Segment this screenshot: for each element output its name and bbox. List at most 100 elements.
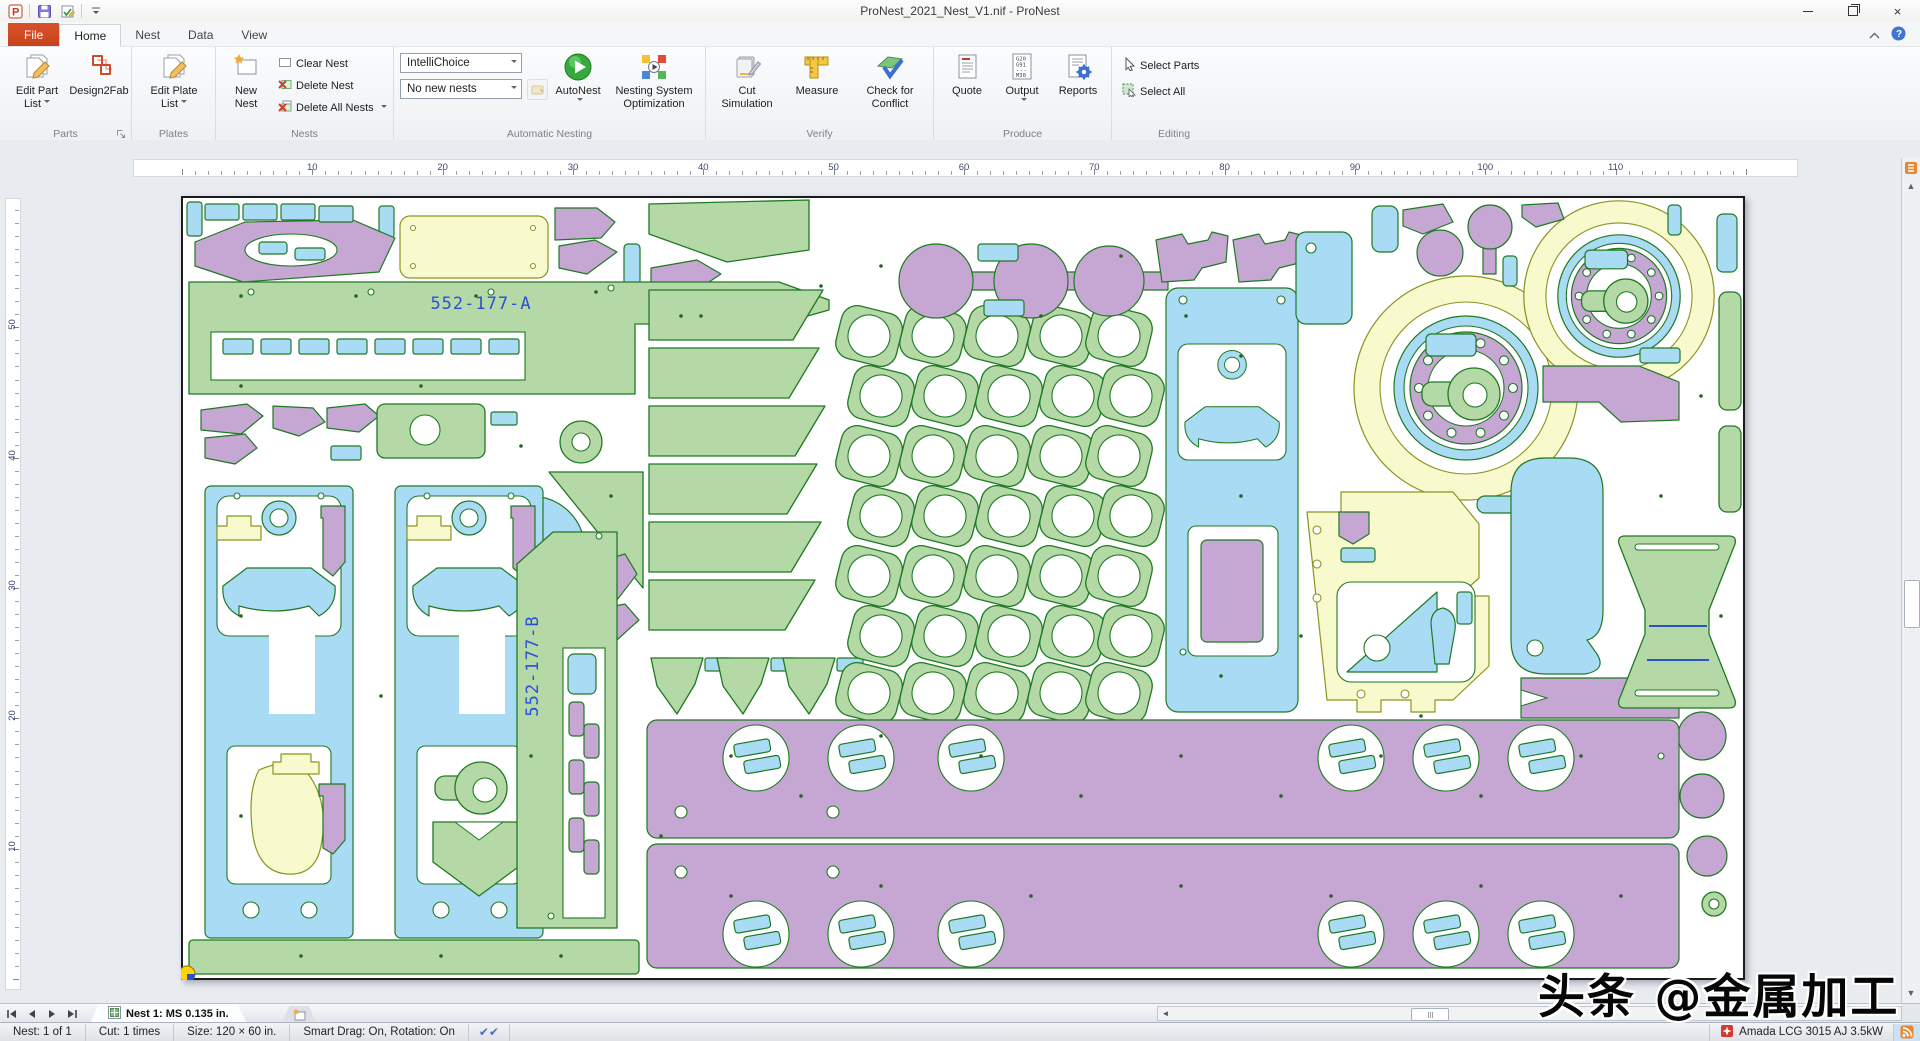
nest-sheet-icon xyxy=(108,1006,121,1022)
minimize-button[interactable] xyxy=(1785,0,1830,22)
delete-all-nests-icon xyxy=(278,99,292,116)
quote-icon xyxy=(952,49,982,85)
nesting-system-optimization-button[interactable]: Nesting System Optimization xyxy=(606,49,702,110)
collapse-ribbon-icon[interactable] xyxy=(1868,27,1881,45)
select-all-button[interactable]: Select All xyxy=(1122,83,1185,100)
clear-nest-icon xyxy=(278,55,292,72)
watermark-text: 头条 @金属加工 xyxy=(1538,958,1899,1027)
close-button[interactable]: × xyxy=(1875,0,1920,22)
status-nest-count: Nest: 1 of 1 xyxy=(0,1024,86,1041)
ribbon-group-verify: Cut Simulation Measure Check for Conflic… xyxy=(706,47,934,141)
ribbon-group-nests: New Nest Clear Nest Delete Nest Delete A… xyxy=(216,47,394,141)
ribbon-group-plates: Edit Plate List Plates xyxy=(132,47,216,141)
clear-nest-button[interactable]: Clear Nest xyxy=(278,55,348,72)
last-nest-icon[interactable] xyxy=(64,1006,80,1021)
nest-workspace: 102030405060708090100110 5040302010 xyxy=(0,140,1920,1003)
edit-plate-list-icon xyxy=(159,49,189,85)
status-cut-times: Cut: 1 times xyxy=(86,1024,174,1041)
scroll-up-icon[interactable]: ▲ xyxy=(1903,178,1919,194)
output-gcode-icon: G20 G91 ... M30 xyxy=(1007,49,1037,85)
vertical-scroll-thumb[interactable] xyxy=(1904,580,1920,628)
tab-data[interactable]: Data xyxy=(174,23,227,46)
tab-nest[interactable]: Nest xyxy=(121,23,174,46)
ribbon: Edit Part List Design2Fab Parts Edit Pla… xyxy=(0,47,1920,142)
new-nest-icon xyxy=(231,49,261,85)
delete-nest-button[interactable]: Delete Nest xyxy=(278,77,353,94)
nest-canvas[interactable]: 552-177-A 552-177-B xyxy=(181,196,1745,980)
status-plate-size: Size: 120 × 60 in. xyxy=(174,1024,290,1041)
first-nest-icon[interactable] xyxy=(4,1006,20,1021)
reports-button[interactable]: Reports xyxy=(1052,49,1104,98)
check-for-conflict-button[interactable]: Check for Conflict xyxy=(854,49,926,110)
dropdown-arrow-icon xyxy=(506,80,521,98)
zoom-extents-icon[interactable] xyxy=(1903,160,1919,176)
autonest-button[interactable]: AutoNest xyxy=(550,49,606,104)
tab-file[interactable]: File xyxy=(8,23,59,46)
select-all-icon xyxy=(1122,83,1136,100)
scroll-left-icon[interactable]: ◄ xyxy=(1158,1007,1173,1020)
nest-mode-select[interactable]: No new nests xyxy=(400,79,522,99)
qat-customize-icon[interactable] xyxy=(87,2,105,20)
edit-part-list-icon xyxy=(22,49,52,85)
quick-access-toolbar: P xyxy=(0,2,105,20)
v-ruler: 5040302010 xyxy=(5,198,21,990)
measure-button[interactable]: Measure xyxy=(786,49,848,98)
svg-text:P: P xyxy=(12,6,19,18)
window-title: ProNest_2021_Nest_V1.nif - ProNest xyxy=(0,4,1920,18)
divider xyxy=(29,4,30,18)
nesting-options-button[interactable] xyxy=(527,79,548,100)
dropdown-arrow-icon xyxy=(44,100,50,106)
svg-text:...: ... xyxy=(1016,66,1027,73)
cut-simulation-icon xyxy=(732,49,762,85)
nest-tab-active[interactable]: Nest 1: MS 0.135 in. xyxy=(90,1004,247,1023)
nesting-strategy-select[interactable]: IntelliChoice xyxy=(400,53,522,73)
scrollbar-corner xyxy=(1902,1004,1920,1023)
dropdown-arrow-icon xyxy=(577,98,583,104)
vertical-scrollbar[interactable]: ▲ ▼ xyxy=(1901,158,1920,1003)
status-smart-drag: Smart Drag: On, Rotation: On xyxy=(290,1024,468,1041)
previous-nest-icon[interactable] xyxy=(24,1006,40,1021)
nest-annotation-b: 552-177-B xyxy=(523,615,543,716)
title-bar: P ProNest_2021_Nest_V1.nif - ProNest × xyxy=(0,0,1920,22)
design2fab-button[interactable]: Design2Fab xyxy=(68,49,130,98)
design2fab-icon xyxy=(84,49,114,85)
output-button[interactable]: G20 G91 ... M30 Output xyxy=(996,49,1048,104)
dropdown-arrow-icon xyxy=(181,100,187,106)
new-nest-tab[interactable] xyxy=(282,1006,316,1023)
horizontal-scroll-thumb[interactable] xyxy=(1411,1008,1449,1021)
edit-part-list-button[interactable]: Edit Part List xyxy=(6,49,68,110)
scroll-down-icon[interactable]: ▼ xyxy=(1903,985,1919,1001)
pronest-logo-icon[interactable]: P xyxy=(6,2,24,20)
tab-view[interactable]: View xyxy=(227,23,281,46)
reports-icon xyxy=(1063,49,1093,85)
cut-simulation-button[interactable]: Cut Simulation xyxy=(714,49,780,110)
dropdown-arrow-icon xyxy=(1021,98,1027,104)
autonest-icon xyxy=(563,49,593,85)
svg-text:M30: M30 xyxy=(1016,73,1026,79)
new-nest-button[interactable]: New Nest xyxy=(222,49,270,110)
save-icon[interactable] xyxy=(35,2,53,20)
next-nest-icon[interactable] xyxy=(44,1006,60,1021)
quote-button[interactable]: Quote xyxy=(942,49,992,98)
plate-container: 552-177-A 552-177-B xyxy=(181,196,1745,980)
ribbon-group-automatic-nesting: IntelliChoice No new nests AutoNest Nest… xyxy=(394,47,706,141)
select-parts-button[interactable]: Select Parts xyxy=(1122,57,1199,74)
dropdown-arrow-icon xyxy=(381,105,387,111)
delete-nest-icon xyxy=(278,77,292,94)
nesting-system-optimization-icon xyxy=(639,49,669,85)
ribbon-group-editing: Select Parts Select All Editing xyxy=(1112,47,1236,141)
edit-plate-list-icon[interactable] xyxy=(58,2,76,20)
nest-annotation-a: 552-177-A xyxy=(430,294,531,314)
svg-text:?: ? xyxy=(1896,29,1902,40)
status-check-icon[interactable]: ✔✔ xyxy=(469,1024,510,1041)
ribbon-group-parts: Edit Part List Design2Fab Parts xyxy=(0,47,132,141)
parts-dialog-launcher[interactable] xyxy=(116,127,128,139)
restore-button[interactable] xyxy=(1830,0,1875,22)
plate-home-marker-icon xyxy=(181,966,195,980)
ribbon-tab-strip: File Home Nest Data View ? xyxy=(0,22,1920,47)
tab-home[interactable]: Home xyxy=(59,24,121,47)
edit-plate-list-button[interactable]: Edit Plate List xyxy=(142,49,206,110)
delete-all-nests-button[interactable]: Delete All Nests xyxy=(278,99,387,116)
help-icon[interactable]: ? xyxy=(1891,26,1906,46)
h-ruler: 102030405060708090100110 xyxy=(133,159,1798,177)
